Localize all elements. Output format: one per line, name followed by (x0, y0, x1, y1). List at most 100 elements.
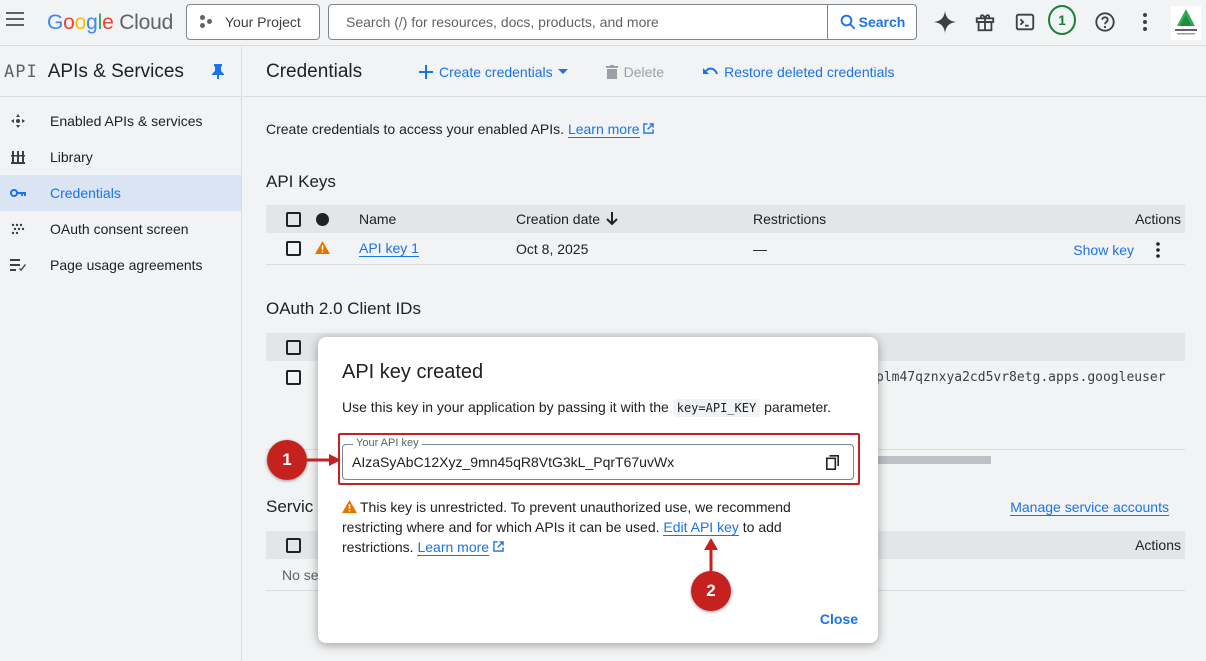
close-button[interactable]: Close (820, 611, 858, 627)
more-vert-icon[interactable] (1131, 8, 1159, 36)
col-creation-date[interactable]: Creation date (516, 211, 618, 227)
sidebar-item-label: Page usage agreements (50, 257, 203, 273)
undo-icon (703, 67, 719, 74)
sidebar-title: APIs & Services (47, 60, 184, 82)
plus-icon (419, 64, 433, 79)
search-icon (840, 14, 856, 30)
api-keys-title: API Keys (266, 172, 336, 191)
annotation-arrow-1 (307, 454, 341, 466)
gift-icon[interactable] (971, 8, 999, 36)
logo-google-text: Google (47, 11, 114, 34)
external-link-icon (493, 541, 504, 552)
notification-count: 1 (1048, 5, 1076, 35)
warning-icon (315, 241, 330, 257)
logo-cloud-text: Cloud (119, 11, 174, 34)
learn-more-link[interactable]: Learn more (567, 121, 640, 138)
service-col-actions: Actions (1135, 537, 1181, 553)
top-bar: Google Cloud Your Project Search 1 (0, 0, 1206, 46)
dialog-desc-code: key=API_KEY (672, 399, 761, 417)
sidebar-item-enabled-apis[interactable]: Enabled APIs & services (0, 103, 241, 139)
select-all-checkbox[interactable] (286, 211, 301, 227)
intro-text: Create credentials to access your enable… (266, 121, 655, 138)
key-icon (10, 185, 26, 201)
col-restrictions: Restrictions (753, 211, 827, 227)
caret-down-icon (557, 68, 568, 74)
search-bar: Search (328, 4, 917, 40)
sidebar-item-label: Credentials (50, 185, 121, 201)
project-name: Your Project (225, 14, 301, 30)
sidebar: API APIs & Services Enabled APIs & servi… (0, 47, 242, 661)
trash-icon (605, 64, 618, 79)
row-checkbox[interactable] (286, 241, 301, 256)
notifications-badge[interactable]: 1 (1048, 5, 1076, 35)
annotation-marker-2: 2 (691, 571, 731, 611)
project-picker-button[interactable]: Your Project (186, 4, 320, 40)
restore-deleted-button[interactable]: Restore deleted credentials (702, 63, 895, 80)
api-logo-icon: API (4, 61, 38, 82)
status-header-icon (316, 212, 329, 226)
api-key-1-link[interactable]: API key 1 (359, 240, 419, 257)
show-key-button[interactable]: Show key (1073, 242, 1134, 258)
oauth-row-checkbox[interactable] (286, 369, 301, 385)
row-more-vert-icon[interactable] (1156, 242, 1160, 261)
delete-button[interactable]: Delete (605, 63, 665, 80)
oauth-title: OAuth 2.0 Client IDs (266, 299, 421, 318)
service-accounts-title: Servic (266, 497, 314, 516)
create-credentials-button[interactable]: Create credentials (419, 64, 568, 80)
help-icon[interactable] (1091, 8, 1119, 36)
enabled-apis-icon (10, 113, 26, 129)
sidebar-item-label: OAuth consent screen (50, 221, 189, 237)
page-title: Credentials (266, 60, 363, 82)
sidebar-item-label: Enabled APIs & services (50, 113, 203, 129)
col-creation-date-label: Creation date (516, 211, 601, 227)
unrestricted-warning: This key is unrestricted. To prevent una… (342, 497, 842, 557)
page-usage-icon (10, 257, 26, 273)
restore-label: Restore deleted credentials (724, 63, 895, 80)
oauth-consent-icon (10, 221, 26, 237)
sidebar-item-oauth-consent[interactable]: OAuth consent screen (0, 211, 241, 247)
col-name: Name (359, 211, 397, 227)
menu-icon[interactable] (6, 12, 24, 26)
oauth-select-all-checkbox[interactable] (286, 339, 301, 355)
edit-api-key-link[interactable]: Edit API key (663, 519, 739, 536)
api-key-created-dialog: API key created Use this key in your app… (318, 337, 878, 643)
google-cloud-logo[interactable]: Google Cloud (47, 11, 173, 35)
sidebar-item-credentials[interactable]: Credentials (0, 175, 241, 211)
dialog-title: API key created (342, 361, 484, 383)
arrow-down-icon (606, 212, 618, 226)
api-keys-table-header: Name Creation date Restrictions Actions (266, 205, 1185, 233)
api-key-field-label: Your API key (353, 437, 422, 449)
annotation-arrow-2 (704, 538, 718, 572)
delete-label: Delete (623, 63, 665, 80)
create-credentials-label: Create credentials (439, 63, 553, 80)
intro-copy: Create credentials to access your enable… (266, 121, 565, 137)
warning-icon (342, 500, 357, 513)
sidebar-item-library[interactable]: Library (0, 139, 241, 175)
col-actions: Actions (1135, 211, 1181, 227)
sidebar-header: API APIs & Services (0, 47, 241, 97)
service-select-all-checkbox[interactable] (286, 537, 301, 553)
account-avatar[interactable] (1171, 6, 1201, 40)
annotation-marker-1: 1 (267, 440, 307, 480)
sidebar-item-page-usage[interactable]: Page usage agreements (0, 247, 241, 283)
oauth-client-id: plm47qznxya2cd5vr8etg.apps.googleuser (876, 369, 1166, 385)
pin-icon[interactable] (211, 63, 225, 82)
manage-service-accounts-link[interactable]: Manage service accounts (1010, 499, 1169, 516)
dialog-description: Use this key in your application by pass… (342, 399, 831, 417)
creation-date-cell: Oct 8, 2025 (516, 240, 589, 257)
cloud-shell-icon[interactable] (1011, 8, 1039, 36)
search-input[interactable] (329, 5, 827, 39)
api-key-field[interactable]: Your API key AIzaSyAbC12Xyz_9mn45qR8VtG3… (342, 437, 854, 480)
sidebar-item-label: Library (50, 149, 93, 165)
library-icon (10, 149, 26, 165)
copy-icon[interactable] (826, 455, 839, 473)
search-button-label: Search (858, 14, 906, 30)
gemini-icon[interactable] (931, 8, 959, 36)
api-key-value[interactable]: AIzaSyAbC12Xyz_9mn45qR8VtG3kL_PqrT67uvWx (352, 454, 674, 470)
restrictions-cell: — (753, 240, 767, 257)
learn-more-label: Learn more (567, 121, 640, 137)
credentials-toolbar: Credentials Create credentials Delete Re… (243, 47, 1206, 97)
search-button[interactable]: Search (827, 5, 916, 39)
dialog-learn-more-link[interactable]: Learn more (417, 539, 490, 556)
dialog-desc-before: Use this key in your application by pass… (342, 399, 669, 415)
